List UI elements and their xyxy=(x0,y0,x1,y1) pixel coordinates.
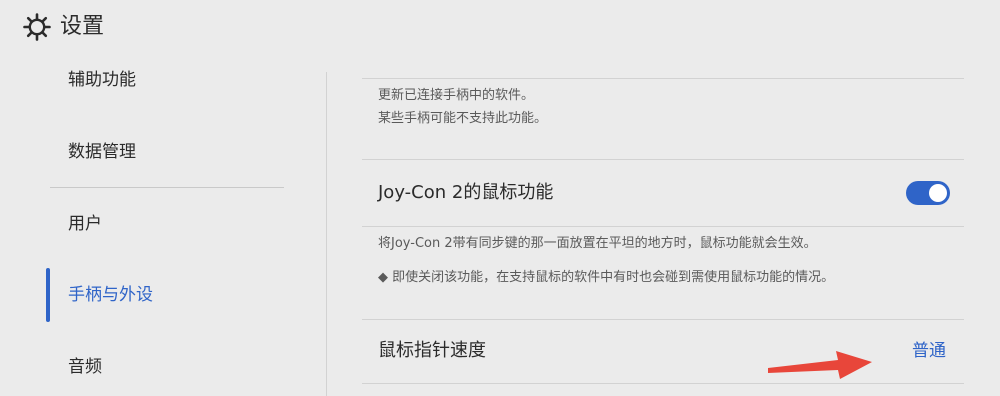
pointer-speed-value[interactable]: 普通 xyxy=(912,339,946,363)
section-divider xyxy=(362,78,964,79)
sidebar-item-data-management[interactable]: 数据管理 xyxy=(68,140,136,164)
mouse-function-description: 将Joy-Con 2带有同步键的那一面放置在平坦的地方时，鼠标功能就会生效。 xyxy=(378,236,817,251)
section-divider xyxy=(362,226,964,227)
sidebar-item-accessibility[interactable]: 辅助功能 xyxy=(68,68,136,92)
gear-icon xyxy=(22,12,52,42)
settings-panel: 更新已连接手柄中的软件。 某些手柄可能不支持此功能。 Joy-Con 2的鼠标功… xyxy=(362,56,964,396)
update-description-line2: 某些手柄可能不支持此功能。 xyxy=(378,111,548,126)
section-divider xyxy=(362,319,964,320)
mouse-function-note: ◆ 即使关闭该功能，在支持鼠标的软件中有时也会碰到需使用鼠标功能的情况。 xyxy=(378,270,835,285)
annotation-arrow-icon xyxy=(768,351,872,379)
sidebar-divider xyxy=(50,187,284,188)
active-indicator xyxy=(46,268,50,322)
sidebar: 辅助功能 数据管理 用户 手柄与外设 音频 xyxy=(0,56,326,396)
sidebar-item-controllers[interactable]: 手柄与外设 xyxy=(68,283,153,307)
pointer-speed-label: 鼠标指针速度 xyxy=(378,340,486,361)
header-bar: 设置 xyxy=(0,0,1000,56)
section-divider xyxy=(362,159,964,160)
sidebar-item-audio[interactable]: 音频 xyxy=(68,355,102,379)
section-divider xyxy=(362,383,964,384)
mouse-function-label: Joy-Con 2的鼠标功能 xyxy=(378,182,554,203)
pane-divider xyxy=(326,72,327,396)
page-title: 设置 xyxy=(60,14,105,39)
sidebar-item-users[interactable]: 用户 xyxy=(68,212,102,236)
mouse-function-toggle[interactable] xyxy=(906,181,950,205)
update-description-line1: 更新已连接手柄中的软件。 xyxy=(378,88,535,103)
toggle-knob xyxy=(929,184,947,202)
